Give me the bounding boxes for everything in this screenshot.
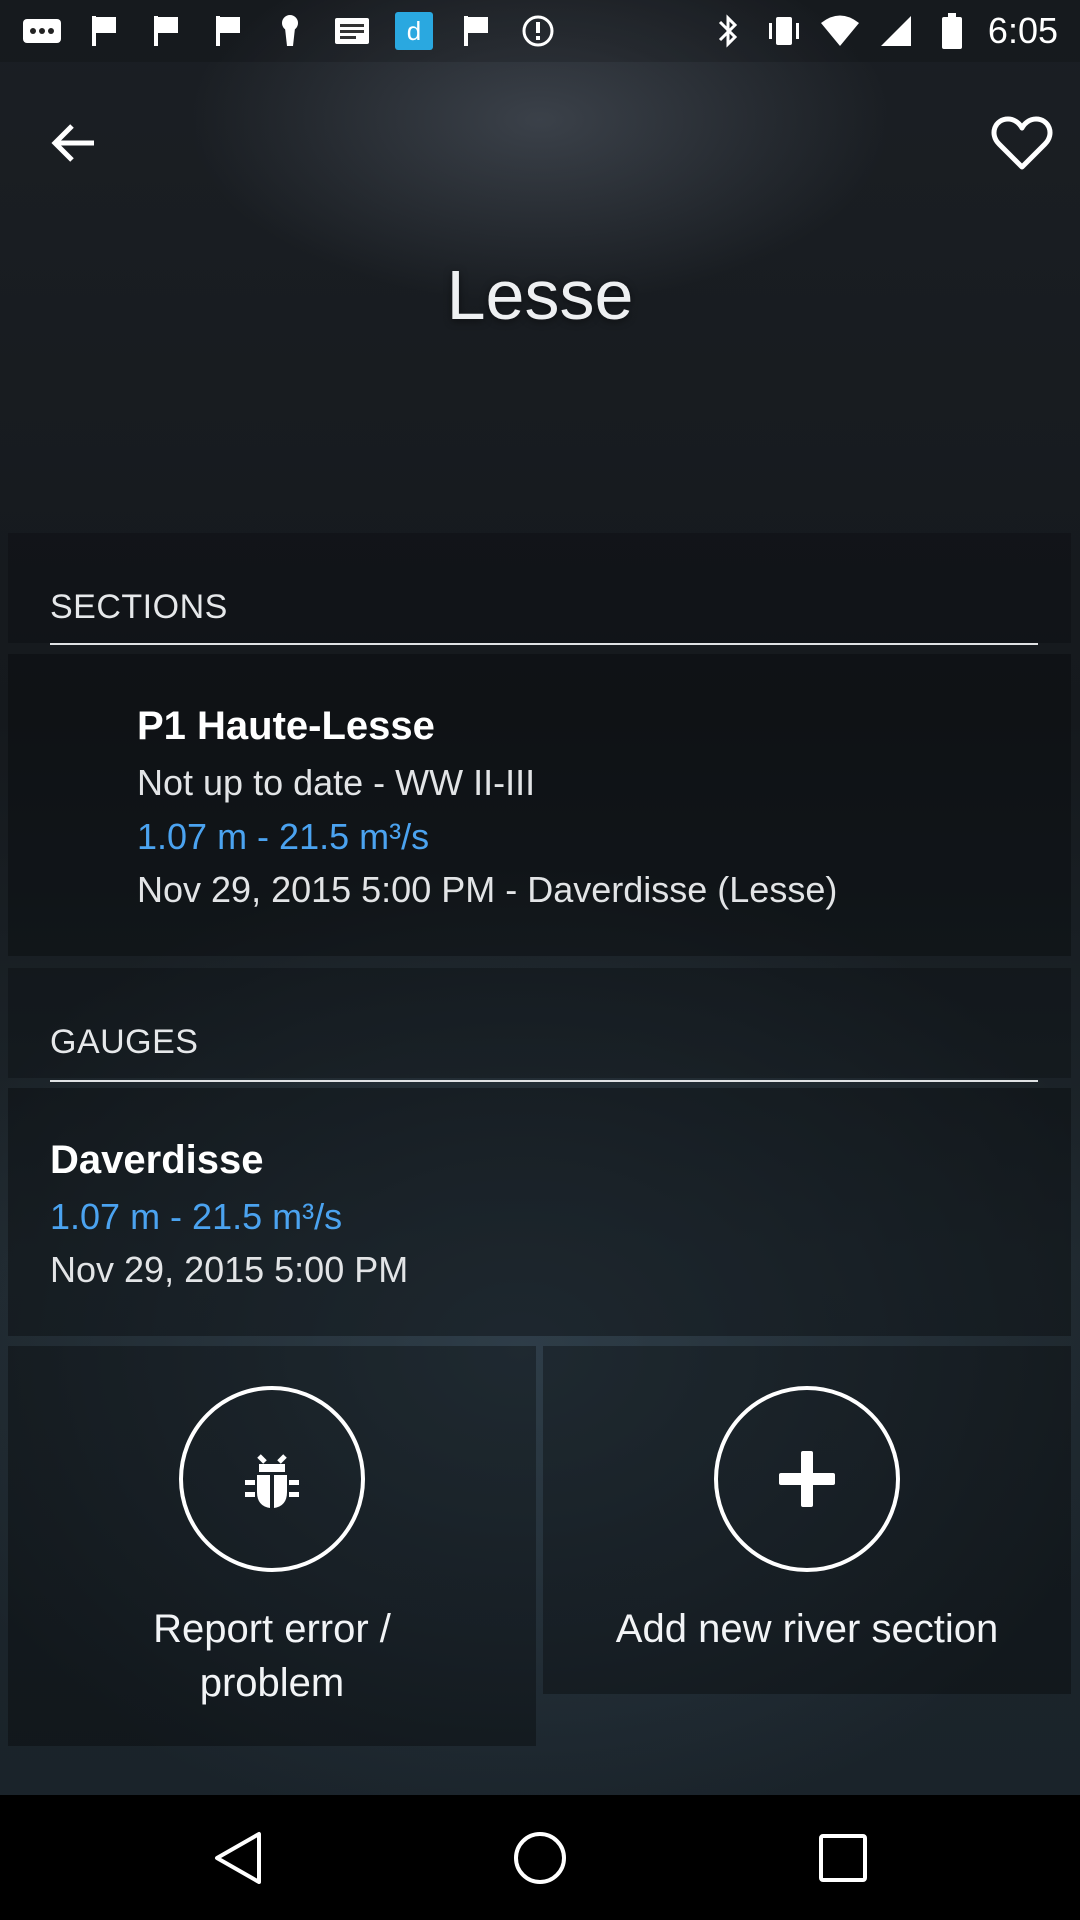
flag-icon bbox=[146, 11, 186, 51]
navigation-bar bbox=[0, 1795, 1080, 1920]
section-name: P1 Haute-Lesse bbox=[137, 704, 435, 748]
app-d-icon: d bbox=[394, 11, 434, 51]
keyhole-icon bbox=[270, 11, 310, 51]
gauge-name: Daverdisse bbox=[50, 1138, 264, 1182]
arrow-back-icon bbox=[51, 124, 94, 162]
report-error-button[interactable]: Report error / problem bbox=[8, 1346, 536, 1746]
info-circle-icon bbox=[518, 11, 558, 51]
favorite-button[interactable] bbox=[986, 108, 1058, 178]
plus-icon bbox=[779, 1451, 835, 1507]
report-error-circle bbox=[179, 1386, 365, 1572]
back-button[interactable] bbox=[40, 110, 106, 176]
system-icons: 6:05 bbox=[708, 10, 1058, 52]
app-bar bbox=[0, 70, 1080, 200]
svg-text:d: d bbox=[407, 16, 421, 46]
page-title: Lesse bbox=[446, 256, 634, 334]
status-bar: d 6:05 bbox=[0, 0, 1080, 62]
gauges-header: GAUGES bbox=[50, 1023, 199, 1061]
sections-divider bbox=[50, 643, 1038, 645]
section-reading: 1.07 m - 21.5 m³/s bbox=[137, 816, 430, 857]
notification-icons: d bbox=[22, 10, 558, 52]
report-error-label-line2: problem bbox=[199, 1661, 345, 1705]
nav-recents-button[interactable] bbox=[793, 1815, 893, 1900]
wifi-icon bbox=[820, 11, 860, 51]
nav-home-button[interactable] bbox=[490, 1815, 590, 1900]
gauges-divider bbox=[50, 1080, 1038, 1082]
nav-back-triangle-icon bbox=[215, 1831, 261, 1884]
news-icon bbox=[332, 11, 372, 51]
sections-header: SECTIONS bbox=[50, 588, 228, 626]
signal-icon bbox=[876, 11, 916, 51]
heart-outline-icon bbox=[991, 116, 1053, 170]
section-timestamp: Nov 29, 2015 5:00 PM - Daverdisse (Lesse… bbox=[137, 869, 838, 910]
section-status: Not up to date - WW II-III bbox=[137, 762, 536, 803]
more-icon bbox=[22, 11, 62, 51]
flag-icon bbox=[456, 11, 496, 51]
vibrate-icon bbox=[764, 11, 804, 51]
add-river-section-circle bbox=[714, 1386, 900, 1572]
flag-icon bbox=[208, 11, 248, 51]
nav-home-circle-icon bbox=[514, 1831, 566, 1884]
section-list-item[interactable]: P1 Haute-Lesse Not up to date - WW II-II… bbox=[8, 654, 1071, 956]
status-time: 6:05 bbox=[987, 10, 1058, 51]
gauges-header-card: GAUGES bbox=[8, 968, 1071, 1082]
report-error-label-line1: Report error / bbox=[153, 1607, 391, 1651]
bluetooth-icon bbox=[708, 11, 748, 51]
flag-icon bbox=[84, 11, 124, 51]
nav-recents-square-icon bbox=[819, 1833, 867, 1882]
sections-header-card: SECTIONS bbox=[8, 533, 1071, 645]
add-river-section-label: Add new river section bbox=[615, 1607, 999, 1651]
battery-icon bbox=[932, 11, 972, 51]
report-error-label: Report error / problem bbox=[153, 1602, 391, 1710]
gauge-list-item[interactable]: Daverdisse 1.07 m - 21.5 m³/s Nov 29, 20… bbox=[8, 1088, 1071, 1336]
add-river-section-button[interactable]: Add new river section bbox=[543, 1346, 1071, 1694]
bug-icon bbox=[245, 1454, 299, 1508]
gauge-reading: 1.07 m - 21.5 m³/s bbox=[50, 1196, 343, 1237]
gauge-timestamp: Nov 29, 2015 5:00 PM bbox=[50, 1249, 409, 1290]
nav-back-button[interactable] bbox=[188, 1815, 288, 1900]
